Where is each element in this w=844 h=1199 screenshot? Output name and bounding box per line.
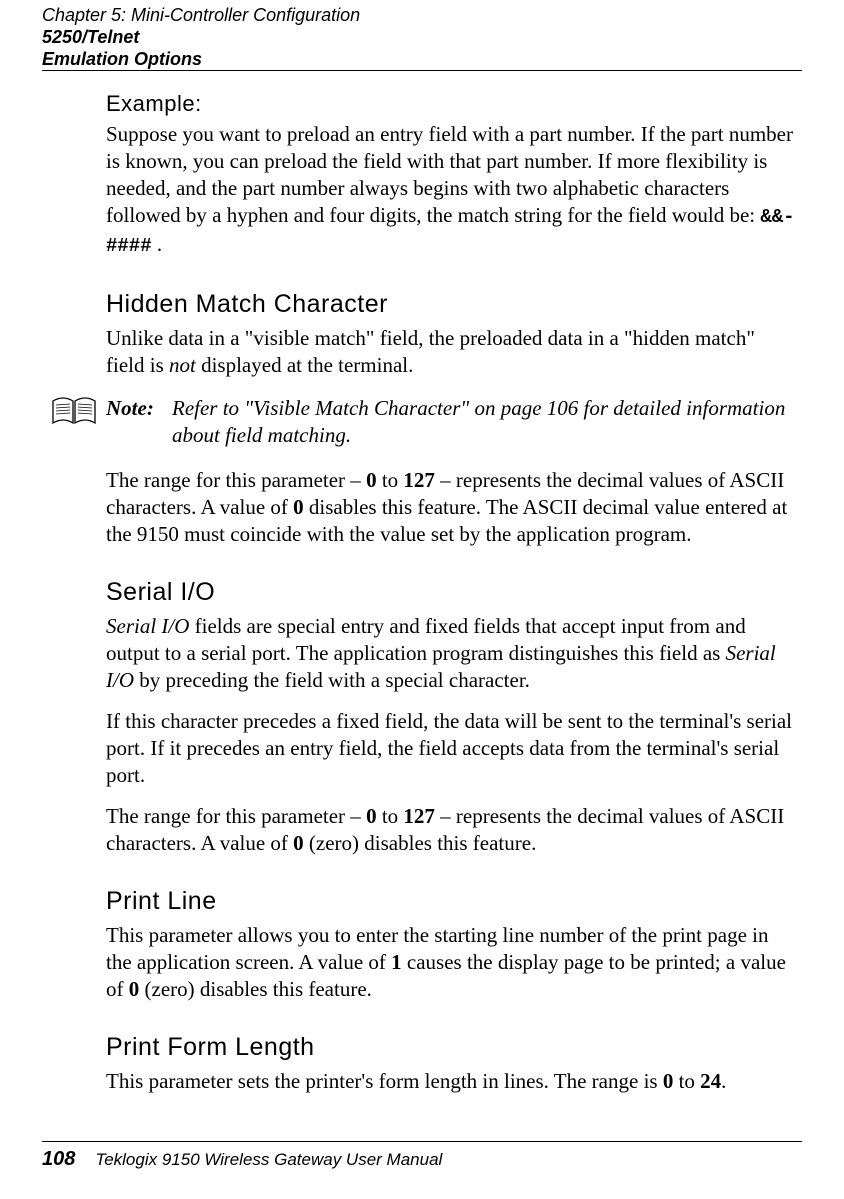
emphasis-not: not	[169, 353, 196, 377]
page-footer: 108 Teklogix 9150 Wireless Gateway User …	[42, 1141, 802, 1171]
book-icon	[42, 395, 106, 427]
heading-print-form-length: Print Form Length	[106, 1033, 798, 1062]
value-1: 1	[391, 950, 402, 974]
text: to	[377, 804, 404, 828]
heading-example: Example:	[106, 91, 798, 117]
value-24: 24	[700, 1069, 721, 1093]
text: This parameter sets the printer's form l…	[106, 1069, 663, 1093]
chapter-label: Chapter 5: Mini-Controller Configuration	[42, 4, 802, 26]
page-number: 108	[42, 1148, 75, 1171]
text: .	[152, 232, 163, 256]
note-text: Note:Refer to "Visible Match Character" …	[106, 395, 785, 449]
text: to	[377, 468, 404, 492]
paragraph-print-form: This parameter sets the printer's form l…	[106, 1068, 798, 1095]
page-header: Chapter 5: Mini-Controller Configuration…	[42, 0, 802, 71]
section-5250: 5250/Telnet	[42, 26, 802, 48]
heading-print-line: Print Line	[106, 887, 798, 916]
paragraph-example: Suppose you want to preload an entry fie…	[106, 121, 798, 260]
text: .	[721, 1069, 726, 1093]
paragraph-serial-range: The range for this parameter – 0 to 127 …	[106, 803, 798, 857]
text: (zero) disables this feature.	[304, 831, 537, 855]
heading-hidden-match: Hidden Match Character	[106, 290, 798, 319]
paragraph-hidden-range: The range for this parameter – 0 to 127 …	[106, 467, 798, 548]
heading-serial-io: Serial I/O	[106, 578, 798, 607]
value-0: 0	[663, 1069, 674, 1093]
text: fields are special entry and fixed field…	[106, 614, 746, 665]
paragraph-serial-1: Serial I/O fields are special entry and …	[106, 613, 798, 694]
text: (zero) disables this feature.	[139, 977, 372, 1001]
note-line2: about field matching.	[172, 422, 785, 449]
note-label: Note:	[106, 395, 172, 422]
text: The range for this parameter –	[106, 468, 366, 492]
value-0: 0	[293, 831, 304, 855]
text: to	[673, 1069, 700, 1093]
value-0: 0	[293, 495, 304, 519]
text: Suppose you want to preload an entry fie…	[106, 122, 793, 227]
note-block: Note:Refer to "Visible Match Character" …	[42, 395, 798, 449]
text: by preceding the field with a special ch…	[134, 668, 530, 692]
value-127: 127	[403, 468, 435, 492]
paragraph-hidden-1: Unlike data in a "visible match" field, …	[106, 325, 798, 379]
section-emulation: Emulation Options	[42, 48, 802, 70]
paragraph-print-line: This parameter allows you to enter the s…	[106, 922, 798, 1003]
text: The range for this parameter –	[106, 804, 366, 828]
note-line1: Refer to "Visible Match Character" on pa…	[172, 396, 785, 420]
emphasis-serial-io: Serial I/O	[106, 614, 189, 638]
paragraph-serial-2: If this character precedes a fixed field…	[106, 708, 798, 789]
value-0: 0	[129, 977, 140, 1001]
value-0: 0	[366, 468, 377, 492]
value-0: 0	[366, 804, 377, 828]
content-area: Example: Suppose you want to preload an …	[106, 71, 798, 1095]
text: displayed at the terminal.	[196, 353, 414, 377]
footer-title: Teklogix 9150 Wireless Gateway User Manu…	[95, 1150, 442, 1170]
value-127: 127	[403, 804, 435, 828]
